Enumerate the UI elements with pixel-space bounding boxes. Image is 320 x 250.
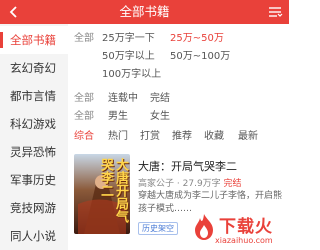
filter-option[interactable]: 连载中 bbox=[108, 92, 138, 106]
filter-option[interactable]: 100万字以上 bbox=[102, 68, 161, 82]
book-author: 高家公子 bbox=[138, 179, 175, 189]
category-sidebar: 全部书籍 玄幻奇幻 都市言情 科幻游戏 灵异恐怖 军事历史 竞技网游 同人小说 bbox=[0, 24, 68, 250]
site-watermark: 下载火 xiazaihuo.com bbox=[191, 209, 287, 249]
sidebar-item-all[interactable]: 全部书籍 bbox=[0, 26, 68, 54]
genre-tag: 历史架空 bbox=[138, 222, 178, 235]
cover-title: 大唐开局气哭李二 bbox=[98, 158, 128, 223]
filter-option-selected[interactable]: 25万~50万 bbox=[170, 32, 224, 46]
filter-option[interactable]: 50万~100万 bbox=[170, 50, 230, 64]
filter-option[interactable]: 男生 bbox=[108, 110, 128, 124]
filter-option[interactable]: 25万字一下 bbox=[102, 32, 155, 46]
top-bar: 全部书籍 bbox=[0, 0, 289, 24]
filter-option[interactable]: 完结 bbox=[150, 92, 170, 106]
filter-option[interactable]: 50万字以上 bbox=[102, 50, 155, 64]
sidebar-item-horror[interactable]: 灵异恐怖 bbox=[0, 138, 68, 166]
sort-tab-selected[interactable]: 综合 bbox=[74, 130, 94, 144]
sort-tab[interactable]: 打赏 bbox=[140, 130, 160, 144]
sort-tab[interactable]: 最新 bbox=[238, 130, 258, 144]
sidebar-item-esports[interactable]: 竞技网游 bbox=[0, 194, 68, 222]
filter-all-label[interactable]: 全部 bbox=[74, 110, 94, 124]
sidebar-item-urban[interactable]: 都市言情 bbox=[0, 82, 68, 110]
sort-tab[interactable]: 热门 bbox=[108, 130, 128, 144]
sidebar-item-military[interactable]: 军事历史 bbox=[0, 166, 68, 194]
sidebar-item-fanfic[interactable]: 同人小说 bbox=[0, 222, 68, 250]
flame-logo-icon bbox=[195, 214, 213, 240]
watermark-text: 下载火 bbox=[219, 217, 273, 237]
book-meta: 高家公子 · 27.9万字 完结 bbox=[138, 179, 242, 189]
filter-all-label[interactable]: 全部 bbox=[74, 92, 94, 106]
page-title: 全部书籍 bbox=[119, 4, 170, 19]
filter-all-label[interactable]: 全部 bbox=[74, 32, 94, 46]
list-menu-icon[interactable] bbox=[267, 4, 283, 20]
filter-option[interactable]: 女生 bbox=[150, 110, 170, 124]
book-cover[interactable]: 大唐开局气哭李二 bbox=[74, 154, 130, 234]
sidebar-item-scifi[interactable]: 科幻游戏 bbox=[0, 110, 68, 138]
book-status: 完结 bbox=[223, 179, 242, 189]
watermark-url: xiazaihuo.com bbox=[215, 236, 273, 245]
sort-tab[interactable]: 收藏 bbox=[204, 130, 224, 144]
sort-tab[interactable]: 推荐 bbox=[172, 130, 192, 144]
book-list-panel: 全部 25万字一下 25万~50万 50万字以上 50万~100万 100万字以… bbox=[68, 24, 289, 250]
book-title[interactable]: 大唐：开局气哭李二 bbox=[138, 158, 237, 174]
book-word-count: 27.9万字 bbox=[182, 179, 221, 189]
sidebar-item-fantasy[interactable]: 玄幻奇幻 bbox=[0, 54, 68, 82]
